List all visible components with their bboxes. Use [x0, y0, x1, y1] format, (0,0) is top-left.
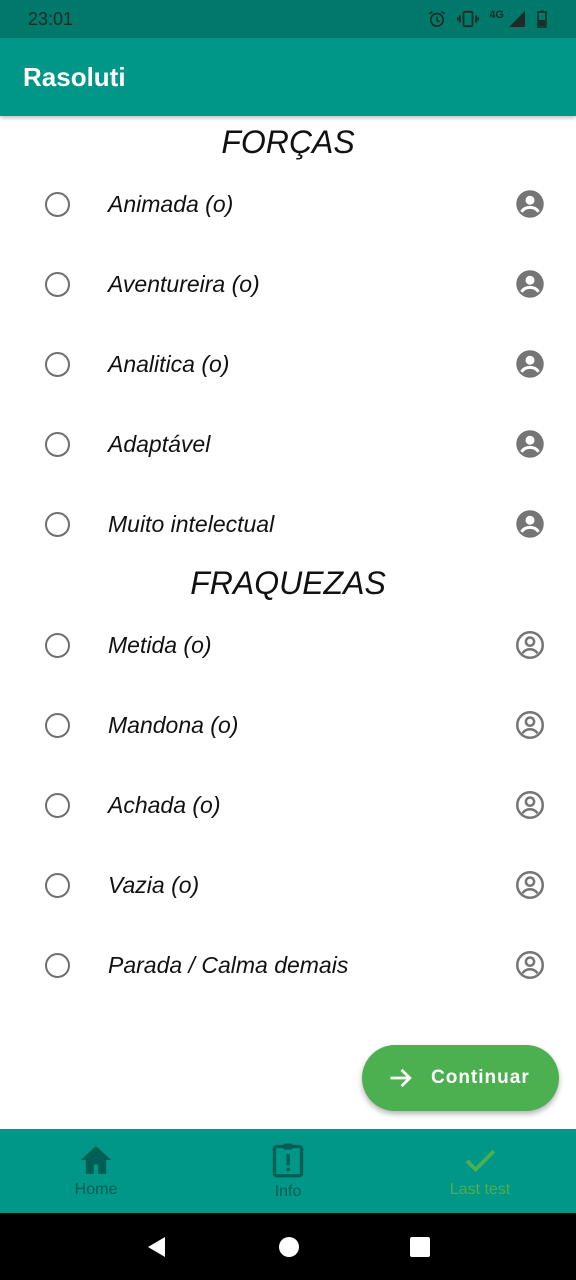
account-circle-outline-icon — [516, 631, 544, 659]
account-circle-icon — [516, 350, 544, 378]
clipboard-alert-icon — [272, 1143, 304, 1177]
arrow-right-icon — [390, 1068, 412, 1088]
status-time: 23:01 — [28, 8, 74, 29]
list-item[interactable]: Muito intelectual — [0, 484, 576, 564]
account-circle-outline-icon — [516, 711, 544, 739]
radio-button[interactable] — [45, 271, 70, 297]
radio-button[interactable] — [45, 952, 70, 978]
nav-label: Last test — [449, 1180, 511, 1198]
account-circle-icon — [516, 510, 544, 538]
list-item[interactable]: Adaptável — [0, 404, 576, 484]
status-icons: 4G — [427, 9, 548, 29]
alarm-icon — [429, 10, 446, 27]
list-item[interactable]: Vazia (o) — [0, 845, 576, 925]
signal-icon — [509, 11, 525, 27]
radio-button[interactable] — [45, 511, 70, 537]
trait-label: Animada (o) — [108, 190, 234, 217]
recents-icon[interactable] — [409, 1236, 431, 1258]
bottom-nav: Home Info Last test — [0, 1129, 576, 1213]
back-icon[interactable] — [145, 1235, 169, 1259]
list-item[interactable]: Mandona (o) — [0, 685, 576, 765]
list-item[interactable]: Parada / Calma demais — [0, 925, 576, 1005]
check-icon — [465, 1149, 496, 1172]
home-icon — [80, 1145, 112, 1174]
account-circle-outline-icon — [516, 951, 544, 979]
radio-button[interactable] — [45, 632, 70, 658]
status-bar: 23:01 4G — [0, 0, 576, 38]
section-title-weaknesses: FRAQUEZAS — [190, 565, 386, 601]
nav-label: Info — [274, 1182, 302, 1200]
radio-button[interactable] — [45, 792, 70, 818]
vibrate-icon — [457, 10, 480, 28]
network-type: 4G — [489, 9, 504, 21]
nav-item-info[interactable]: Info — [192, 1129, 384, 1213]
trait-label: Muito intelectual — [108, 510, 275, 537]
nav-label: Home — [74, 1180, 118, 1198]
radio-button[interactable] — [45, 351, 70, 377]
app-bar: Rasoluti — [0, 38, 576, 116]
account-circle-outline-icon — [516, 871, 544, 899]
app-title: Rasoluti — [23, 61, 126, 92]
continue-button-label: Continuar — [431, 1067, 530, 1088]
trait-label: Adaptável — [108, 430, 211, 457]
system-nav-bar — [0, 1213, 576, 1280]
account-circle-icon — [516, 190, 544, 218]
list-item[interactable]: Analitica (o) — [0, 324, 576, 404]
radio-button[interactable] — [45, 872, 70, 898]
list-item[interactable]: Animada (o) — [0, 164, 576, 244]
trait-label: Vazia (o) — [108, 871, 200, 898]
list-item[interactable]: Metida (o) — [0, 605, 576, 685]
trait-label: Analitica (o) — [108, 350, 230, 377]
radio-button[interactable] — [45, 712, 70, 738]
continue-button[interactable]: Continuar — [362, 1045, 559, 1111]
radio-button[interactable] — [45, 191, 70, 217]
trait-label: Aventureira (o) — [108, 270, 260, 297]
nav-item-home[interactable]: Home — [0, 1129, 192, 1213]
radio-button[interactable] — [45, 431, 70, 457]
nav-item-last-test[interactable]: Last test — [384, 1129, 576, 1213]
list-item[interactable]: Achada (o) — [0, 765, 576, 845]
home-circle-icon[interactable] — [278, 1236, 300, 1258]
trait-label: Metida (o) — [108, 631, 212, 658]
list-item[interactable]: Aventureira (o) — [0, 244, 576, 324]
trait-label: Parada / Calma demais — [108, 951, 349, 978]
battery-icon — [537, 10, 547, 28]
section-title-strengths: FORÇAS — [221, 124, 355, 160]
trait-label: Achada (o) — [108, 791, 221, 818]
trait-label: Mandona (o) — [108, 711, 239, 738]
account-circle-icon — [516, 430, 544, 458]
account-circle-outline-icon — [516, 791, 544, 819]
account-circle-icon — [516, 270, 544, 298]
trait-list: FORÇAS Animada (o) Aventureira (o) Anali… — [0, 116, 576, 1129]
